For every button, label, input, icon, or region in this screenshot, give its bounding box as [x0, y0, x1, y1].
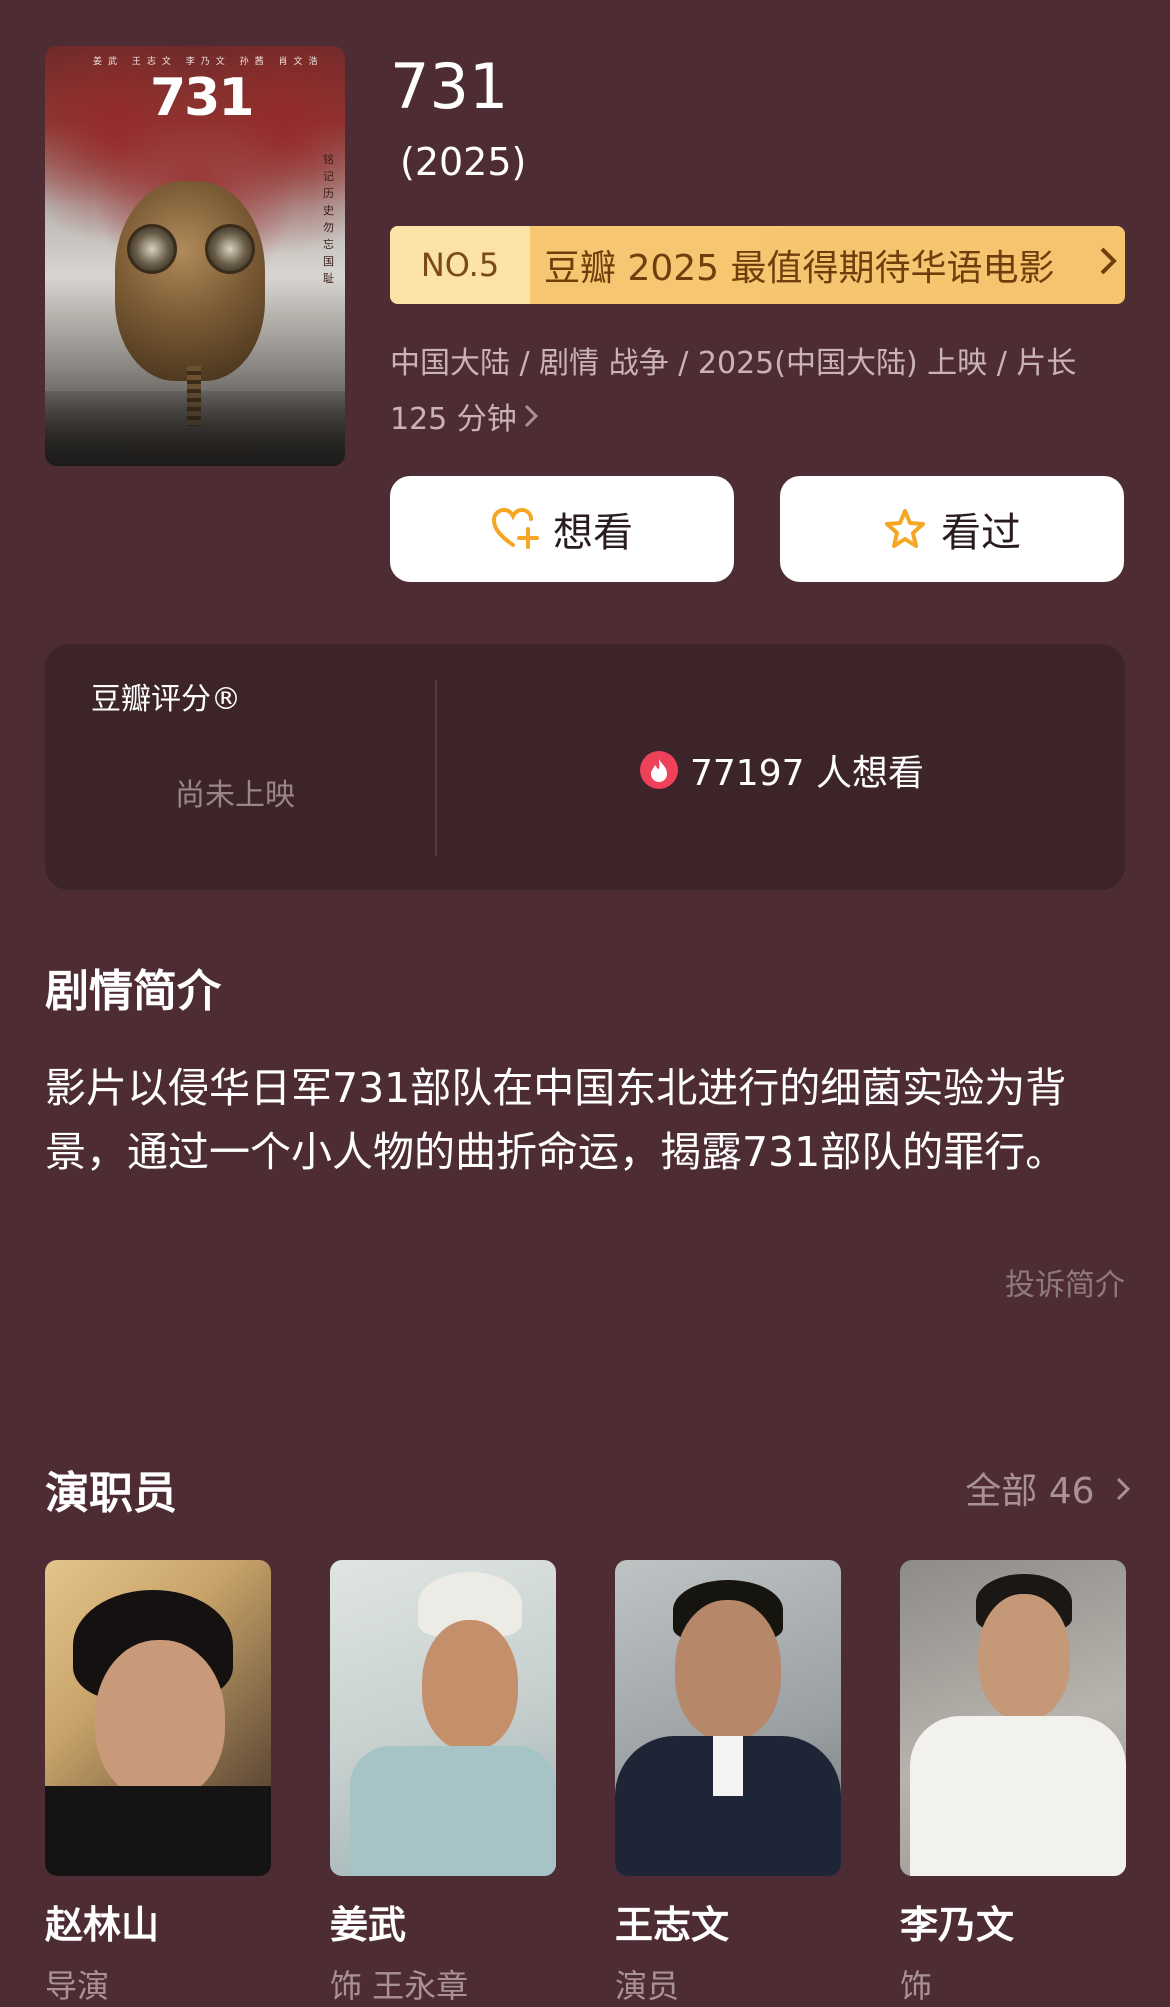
want-to-watch-button[interactable]: 想看 — [390, 476, 734, 582]
cast-photo — [615, 1560, 841, 1876]
chevron-right-icon — [1116, 1477, 1131, 1501]
meta-text: 中国大陆 / 剧情 战争 / 2025(中国大陆) 上映 / 片长 125 分钟 — [390, 346, 1077, 437]
heart-plus-icon — [491, 507, 539, 549]
see-all-label: 全部 46 — [965, 1471, 1095, 1512]
cast-member[interactable]: 李乃文 饰 — [900, 1560, 1126, 2007]
cast-name: 姜武 — [330, 1903, 407, 1947]
synopsis-title: 剧情简介 — [45, 966, 221, 1017]
cast-member[interactable]: 王志文 演员 — [615, 1560, 841, 2007]
wish-count-text: 77197 人想看 — [690, 753, 924, 794]
cast-role: 饰 — [900, 1967, 933, 2005]
cast-role: 导演 — [45, 1967, 110, 2005]
movie-title: 731 — [390, 50, 509, 123]
cast-title: 演职员 — [45, 1468, 177, 1519]
poster-title: 731 — [150, 68, 255, 128]
movie-year: (2025) — [400, 140, 527, 184]
rating-status: 尚未上映 — [175, 778, 295, 813]
want-label: 想看 — [553, 510, 633, 556]
gas-mask-figure — [115, 181, 265, 381]
movie-poster[interactable]: 姜武 王志文 李乃文 孙茜 肖文浩 731 铭记历史 勿忘国耻 — [45, 46, 345, 466]
cast-role: 饰 王永章 — [330, 1967, 469, 2005]
cast-member[interactable]: 赵林山 导演 — [45, 1560, 271, 2007]
chevron-right-icon — [523, 402, 539, 437]
report-synopsis-link[interactable]: 投诉简介 — [1005, 1260, 1125, 1304]
cast-name: 王志文 — [615, 1903, 730, 1947]
synopsis-text[interactable]: 影片以侵华日军731部队在中国东北进行的细菌实验为背景，通过一个小人物的曲折命运… — [45, 1056, 1125, 1184]
cast-name: 李乃文 — [900, 1903, 1015, 1947]
rank-number: NO.5 — [390, 226, 530, 304]
watched-button[interactable]: 看过 — [780, 476, 1124, 582]
see-all-cast-link[interactable]: 全部 46 — [965, 1462, 1132, 1514]
fire-icon — [640, 751, 678, 789]
rank-text: 豆瓣 2025 最值得期待华语电影 — [544, 248, 1055, 289]
cast-photo — [45, 1560, 271, 1876]
watched-label: 看过 — [941, 510, 1021, 556]
movie-meta[interactable]: 中国大陆 / 剧情 战争 / 2025(中国大陆) 上映 / 片长 125 分钟 — [390, 336, 1120, 448]
cast-name: 赵林山 — [45, 1903, 160, 1947]
cast-member[interactable]: 姜武 饰 王永章 — [330, 1560, 556, 2007]
star-icon — [885, 509, 925, 548]
poster-credits: 姜武 王志文 李乃文 孙茜 肖文浩 — [93, 57, 324, 67]
chevron-right-icon — [1091, 245, 1125, 286]
cast-role: 演员 — [615, 1967, 680, 2005]
wish-count: 77197 人想看 — [640, 744, 924, 796]
cast-photo — [330, 1560, 556, 1876]
rating-card[interactable]: 豆瓣评分® 尚未上映 77197 人想看 — [45, 644, 1125, 890]
poster-side-text: 铭记历史 勿忘国耻 — [323, 153, 334, 285]
cast-photo — [900, 1560, 1126, 1876]
rating-title: 豆瓣评分® — [91, 682, 241, 717]
ranking-banner[interactable]: NO.5 豆瓣 2025 最值得期待华语电影 — [390, 226, 1125, 304]
divider — [435, 680, 437, 856]
